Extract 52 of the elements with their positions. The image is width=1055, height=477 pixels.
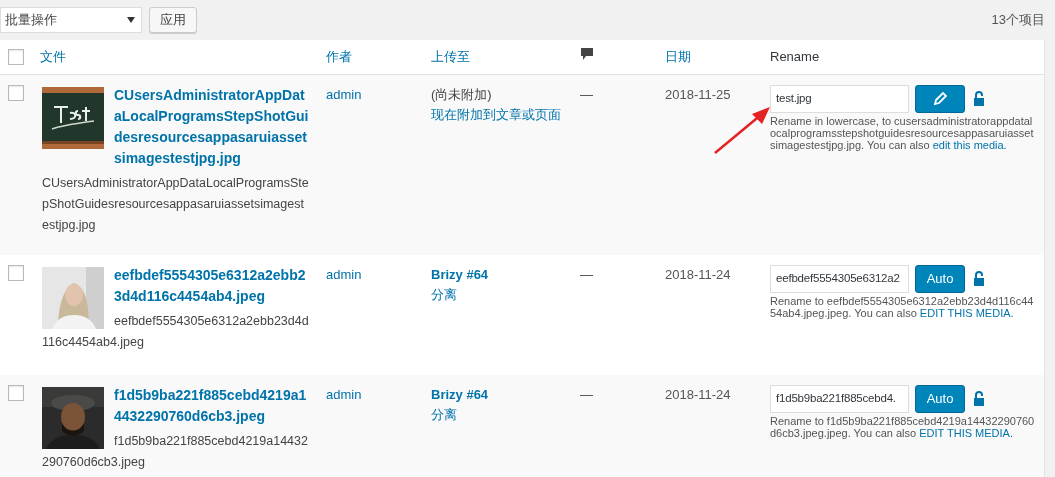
file-name: eefbdef5554305e6312a2ebb23d4d116c4454ab4.jpeg — [42, 313, 310, 351]
apply-button[interactable]: 应用 — [149, 7, 197, 33]
post-link[interactable]: Brizy #64 — [431, 385, 489, 405]
rename-field[interactable]: test.jpg — [770, 85, 909, 113]
column-header-link[interactable]: 作者 — [326, 49, 352, 65]
unlock-icon[interactable] — [973, 391, 985, 407]
file-name: CUsersAdministratorAppDataLocalProgramsStepShotGuidesresourcesappasaruiassetsimagestestjpg.jpg — [42, 175, 310, 234]
auto-button[interactable]: Auto — [915, 385, 965, 413]
date-text: 2018-11-24 — [665, 267, 731, 282]
edit-media-link[interactable]: edit this media. — [932, 139, 1007, 151]
pencil-icon — [933, 92, 947, 106]
comment-icon — [580, 47, 594, 62]
caret-icon — [127, 17, 135, 23]
edit-media-link[interactable]: EDIT THIS MEDIA. — [919, 427, 1013, 439]
column-header-link[interactable]: 上传至 — [431, 49, 470, 65]
checkbox[interactable] — [8, 265, 24, 281]
rename-hint: Rename to eefbdef5554305e6312a2ebb23d4d116c4454ab4.jpeg.jpeg. You can also EDIT THIS MEDIA. — [770, 295, 1035, 319]
attach-link[interactable]: 现在附加到文章或页面 — [431, 105, 561, 125]
comment-count: — — [580, 87, 593, 102]
file-title-link[interactable]: f1d5b9ba221f885cebd4219a14432290760d6cb3.jpeg — [42, 385, 310, 427]
checkbox[interactable] — [8, 385, 24, 401]
author-link[interactable]: admin — [326, 387, 362, 402]
bulk-action-select[interactable]: 批量操作 — [0, 7, 142, 33]
rename-hint: Rename in lowercase, to cusersadministratorappdatalocalprogramsstepshotguidesresourcesappasaruiassetsimagestestjpg.jpg. You can also edit this media. — [770, 115, 1035, 151]
post-link[interactable]: Brizy #64 — [431, 265, 489, 285]
checkbox[interactable] — [8, 49, 24, 65]
author-link[interactable]: admin — [326, 267, 362, 282]
file-title-link[interactable]: CUsersAdministratorAppDataLocalProgramsStepShotGuidesresourcesappasaruiassetsimagestestjpg.jpg — [42, 85, 310, 169]
checkbox[interactable] — [8, 85, 24, 101]
rename-hint: Rename to f1d5b9ba221f885cebd4219a14432290760d6cb3.jpeg.jpeg. You can also EDIT THIS MEDIA. — [770, 415, 1036, 439]
comment-count: — — [580, 387, 593, 402]
item-count: 13个项目 — [991, 11, 1045, 30]
auto-button[interactable]: Auto — [915, 265, 965, 293]
detach-link[interactable]: 分离 — [431, 405, 457, 425]
file-title-link[interactable]: eefbdef5554305e6312a2ebb23d4d116c4454ab4.jpeg — [42, 265, 310, 307]
rename-field[interactable]: f1d5b9ba221f885cebd4. — [770, 385, 909, 413]
annotation-arrow — [712, 104, 772, 156]
column-header: Rename — [770, 49, 820, 65]
edit-media-link[interactable]: EDIT THIS MEDIA. — [919, 307, 1014, 319]
unlock-icon[interactable] — [973, 91, 985, 107]
unattached-label: (尚未附加) — [431, 86, 492, 104]
file-name: f1d5b9ba221f885cebd4219a14432290760d6cb3.jpeg — [42, 433, 309, 471]
column-header-link[interactable]: 文件 — [40, 49, 66, 65]
unlock-icon[interactable] — [973, 271, 985, 287]
author-link[interactable]: admin — [326, 87, 362, 102]
column-header-link[interactable]: 日期 — [665, 49, 691, 65]
date-text: 2018-11-24 — [665, 387, 731, 402]
rename-field[interactable]: eefbdef5554305e6312a2 — [770, 265, 909, 293]
comment-count: — — [580, 267, 593, 282]
edit-button[interactable] — [915, 85, 965, 113]
date-text: 2018-11-25 — [665, 87, 731, 102]
detach-link[interactable]: 分离 — [431, 285, 457, 305]
